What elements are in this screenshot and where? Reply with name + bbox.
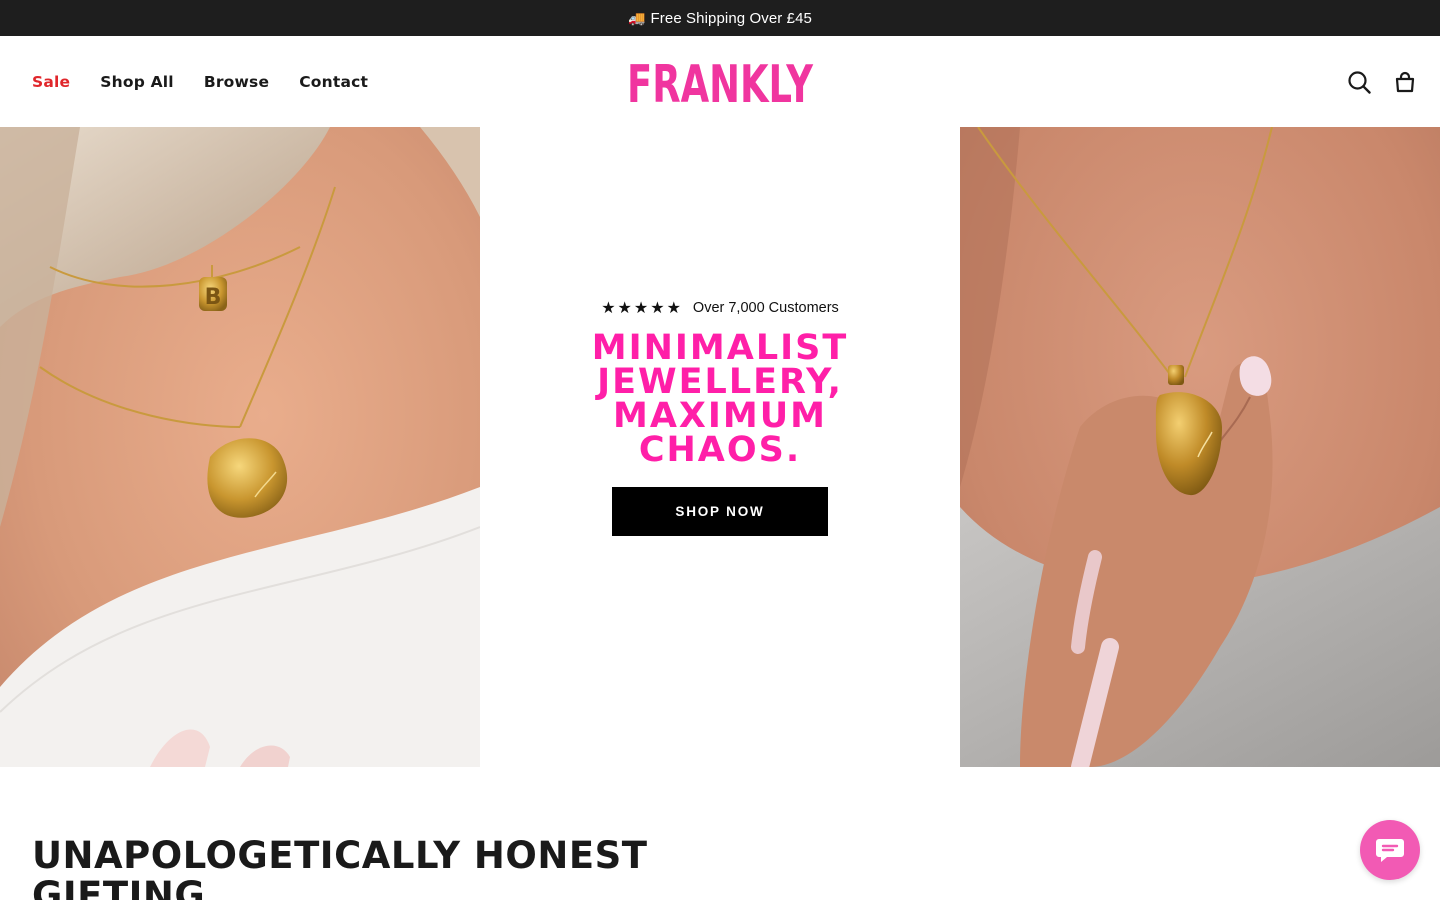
frankly-logo[interactable]: FRANKLY — [626, 57, 814, 107]
nav-browse[interactable]: Browse — [204, 73, 269, 91]
nav-sale[interactable]: Sale — [32, 73, 70, 91]
site-header: Sale Shop All Browse Contact FRANKLY — [0, 36, 1440, 127]
hero-title: MINIMALIST JEWELLERY, MAXIMUM CHAOS. — [591, 328, 849, 470]
logo-text: FRANKLY — [627, 57, 814, 107]
necklace-photo-left: B — [0, 127, 480, 767]
chat-icon[interactable] — [1360, 820, 1420, 880]
bag-icon[interactable] — [1392, 69, 1418, 95]
hero-content: ★★★★★ Over 7,000 Customers MINIMALIST JE… — [480, 127, 960, 767]
section-title: UNAPOLOGETICALLY HONEST GIFTING — [32, 834, 648, 900]
hero-banner: B ★★★★★ Over 7,000 Customers MINIMALIST … — [0, 127, 1440, 767]
search-icon[interactable] — [1346, 69, 1372, 95]
shop-now-button[interactable]: SHOP NOW — [612, 487, 828, 536]
announcement-bar: 🚚 Free Shipping Over £45 — [0, 0, 1440, 36]
svg-text:B: B — [205, 285, 222, 310]
rating-text: Over 7,000 Customers — [692, 299, 839, 316]
header-icons — [1326, 36, 1418, 127]
truck-icon: 🚚 — [627, 9, 646, 26]
necklace-photo-right — [960, 127, 1440, 767]
nav-contact[interactable]: Contact — [299, 73, 368, 91]
main-nav: Sale Shop All Browse Contact — [32, 36, 398, 127]
announcement-text: Free Shipping Over £45 — [650, 9, 812, 27]
nav-shop-all[interactable]: Shop All — [100, 73, 174, 91]
star-rating-icon: ★★★★★ — [601, 298, 683, 317]
customer-rating: ★★★★★ Over 7,000 Customers — [601, 298, 839, 317]
